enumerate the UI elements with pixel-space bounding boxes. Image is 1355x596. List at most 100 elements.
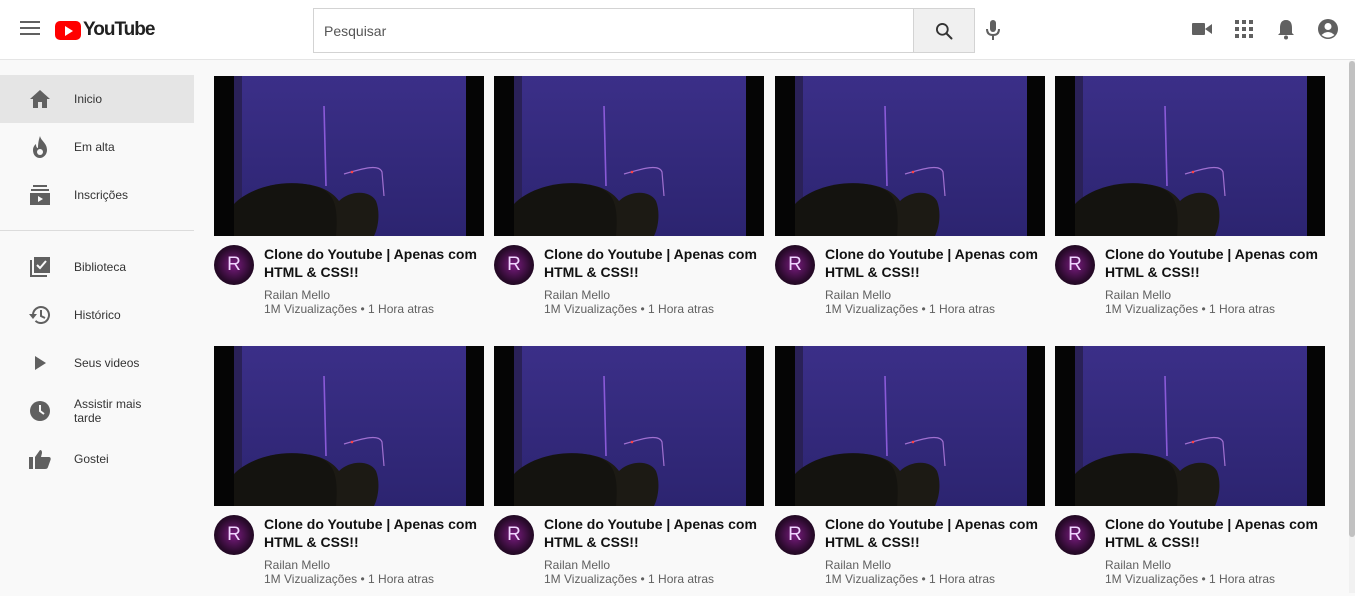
channel-name[interactable]: Railan Mello <box>264 558 330 572</box>
channel-name[interactable]: Railan Mello <box>1105 558 1171 572</box>
video-card[interactable]: R Clone do Youtube | Apenas com HTML & C… <box>775 76 1045 326</box>
video-meta: 1M Vizualizações • 1 Hora atras <box>825 572 996 586</box>
avatar-letter: R <box>227 254 241 275</box>
video-thumbnail[interactable] <box>214 76 484 236</box>
thumbnail-image <box>775 76 1045 236</box>
avatar-letter: R <box>788 254 802 275</box>
video-thumbnail[interactable] <box>775 346 1045 506</box>
video-meta: 1M Vizualizações • 1 Hora atras <box>264 302 435 316</box>
video-card[interactable]: R Clone do Youtube | Apenas com HTML & C… <box>775 346 1045 596</box>
youtube-play-logo-icon <box>55 20 81 40</box>
video-title[interactable]: Clone do Youtube | Apenas com HTML & CSS… <box>544 245 764 281</box>
sidebar-item-label: Seus videos <box>74 356 140 370</box>
avatar-letter: R <box>507 254 521 275</box>
sidebar-item-label: Histórico <box>74 308 121 322</box>
channel-name[interactable]: Railan Mello <box>264 288 330 302</box>
channel-name[interactable]: Railan Mello <box>825 558 891 572</box>
video-card[interactable]: R Clone do Youtube | Apenas com HTML & C… <box>214 346 484 596</box>
avatar-letter: R <box>1068 254 1082 275</box>
thumbnail-image <box>214 346 484 506</box>
fire-icon <box>28 135 52 159</box>
channel-avatar[interactable]: R <box>214 245 254 285</box>
sidebar-item-em-alta[interactable]: Em alta <box>0 123 194 171</box>
mic-icon[interactable] <box>983 18 1003 42</box>
youtube-logo[interactable]: YouTube <box>55 19 155 41</box>
sidebar-item-biblioteca[interactable]: Biblioteca <box>0 243 194 291</box>
scrollbar-thumb[interactable] <box>1349 61 1355 537</box>
thumbnail-image <box>1055 346 1325 506</box>
sidebar-item-label: Gostei <box>74 452 109 466</box>
video-meta: 1M Vizualizações • 1 Hora atras <box>544 572 715 586</box>
sidebar-divider <box>0 230 194 231</box>
thumbnail-image <box>214 76 484 236</box>
video-title[interactable]: Clone do Youtube | Apenas com HTML & CSS… <box>264 515 484 551</box>
play-icon <box>28 351 52 375</box>
avatar-letter: R <box>1068 524 1082 545</box>
video-title[interactable]: Clone do Youtube | Apenas com HTML & CSS… <box>544 515 764 551</box>
channel-name[interactable]: Railan Mello <box>544 288 610 302</box>
sidebar-item-inscricoes[interactable]: Inscrições <box>0 171 194 219</box>
channel-avatar[interactable]: R <box>1055 245 1095 285</box>
menu-icon[interactable] <box>20 21 40 39</box>
sidebar-item-label: Inscrições <box>74 188 129 202</box>
avatar-letter: R <box>227 524 241 545</box>
avatar-letter: R <box>507 524 521 545</box>
search-bar <box>313 8 975 53</box>
video-title[interactable]: Clone do Youtube | Apenas com HTML & CSS… <box>825 515 1045 551</box>
sidebar-item-seus-videos[interactable]: Seus videos <box>0 339 194 387</box>
video-thumbnail[interactable] <box>214 346 484 506</box>
apps-grid-icon[interactable] <box>1232 17 1256 41</box>
sidebar-item-label: Em alta <box>74 140 115 154</box>
clock-icon <box>28 399 52 423</box>
video-card[interactable]: R Clone do Youtube | Apenas com HTML & C… <box>1055 346 1325 596</box>
top-bar: YouTube <box>0 0 1355 60</box>
video-card[interactable]: R Clone do Youtube | Apenas com HTML & C… <box>494 76 764 326</box>
home-icon <box>28 87 52 111</box>
sidebar: Inicio Em alta Inscrições Biblioteca His… <box>0 75 194 483</box>
channel-avatar[interactable]: R <box>214 515 254 555</box>
channel-name[interactable]: Railan Mello <box>825 288 891 302</box>
channel-avatar[interactable]: R <box>494 515 534 555</box>
bell-icon[interactable] <box>1274 17 1298 41</box>
video-thumbnail[interactable] <box>494 346 764 506</box>
sidebar-item-label: Biblioteca <box>74 260 127 274</box>
video-meta: 1M Vizualizações • 1 Hora atras <box>1105 572 1276 586</box>
channel-avatar[interactable]: R <box>775 245 815 285</box>
logo-text: YouTube <box>83 19 155 40</box>
video-title[interactable]: Clone do Youtube | Apenas com HTML & CSS… <box>825 245 1045 281</box>
sidebar-item-gostei[interactable]: Gostei <box>0 435 194 483</box>
video-thumbnail[interactable] <box>1055 76 1325 236</box>
channel-avatar[interactable]: R <box>494 245 534 285</box>
thumbnail-image <box>1055 76 1325 236</box>
search-input[interactable] <box>314 9 914 52</box>
video-title[interactable]: Clone do Youtube | Apenas com HTML & CSS… <box>1105 245 1325 281</box>
scrollbar[interactable] <box>1349 61 1355 593</box>
account-icon[interactable] <box>1316 17 1340 41</box>
history-icon <box>28 303 52 327</box>
video-thumbnail[interactable] <box>494 76 764 236</box>
thumbnail-image <box>494 76 764 236</box>
channel-name[interactable]: Railan Mello <box>1105 288 1171 302</box>
video-thumbnail[interactable] <box>1055 346 1325 506</box>
thumbnail-image <box>494 346 764 506</box>
thumbnail-image <box>775 346 1045 506</box>
video-title[interactable]: Clone do Youtube | Apenas com HTML & CSS… <box>1105 515 1325 551</box>
sidebar-item-historico[interactable]: Histórico <box>0 291 194 339</box>
video-card[interactable]: R Clone do Youtube | Apenas com HTML & C… <box>494 346 764 596</box>
video-thumbnail[interactable] <box>775 76 1045 236</box>
library-icon <box>28 255 52 279</box>
avatar-letter: R <box>788 524 802 545</box>
video-camera-icon[interactable] <box>1190 17 1214 41</box>
video-card[interactable]: R Clone do Youtube | Apenas com HTML & C… <box>214 76 484 326</box>
video-card[interactable]: R Clone do Youtube | Apenas com HTML & C… <box>1055 76 1325 326</box>
channel-avatar[interactable]: R <box>1055 515 1095 555</box>
video-title[interactable]: Clone do Youtube | Apenas com HTML & CSS… <box>264 245 484 281</box>
thumbs-up-icon <box>28 447 52 471</box>
video-meta: 1M Vizualizações • 1 Hora atras <box>1105 302 1276 316</box>
sidebar-item-inicio[interactable]: Inicio <box>0 75 194 123</box>
search-button[interactable] <box>913 9 974 52</box>
sidebar-item-assistir-mais-tarde[interactable]: Assistir mais tarde <box>0 387 194 435</box>
channel-name[interactable]: Railan Mello <box>544 558 610 572</box>
sidebar-item-label: Inicio <box>74 92 103 106</box>
channel-avatar[interactable]: R <box>775 515 815 555</box>
